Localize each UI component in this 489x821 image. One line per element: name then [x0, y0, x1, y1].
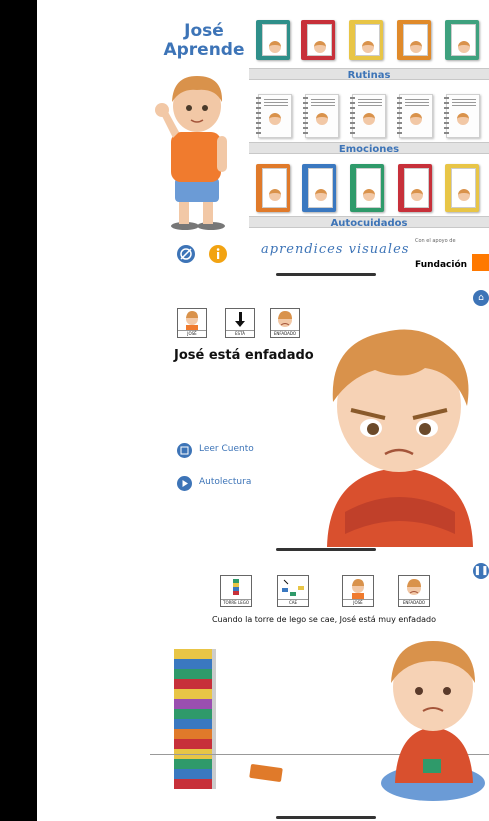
- home-indicator: [276, 816, 376, 819]
- book-cover[interactable]: [301, 20, 335, 60]
- play-icon: [177, 476, 192, 491]
- pause-icon[interactable]: ❚❚: [473, 563, 489, 579]
- lego-tower-illustration: [174, 649, 216, 789]
- home-screen: José Aprende Rutinas Emociones Autocuida…: [37, 8, 489, 276]
- book-cover[interactable]: [398, 164, 432, 212]
- story-sentence: José está enfadado: [174, 348, 314, 363]
- pictogram-cae[interactable]: CAE: [277, 575, 309, 607]
- book-cover[interactable]: [350, 94, 386, 138]
- book-cover[interactable]: [445, 20, 479, 60]
- book-cover[interactable]: [444, 94, 480, 138]
- pictogram-jose[interactable]: JOSÉ: [342, 575, 374, 607]
- book-cover[interactable]: [256, 94, 292, 138]
- black-left-bar: [0, 0, 37, 821]
- home-icon[interactable]: ⌂: [473, 290, 489, 306]
- book-icon: [177, 443, 192, 458]
- shelf-label-emociones[interactable]: Emociones: [249, 144, 489, 155]
- book-cover[interactable]: [397, 94, 433, 138]
- book-cover[interactable]: [349, 20, 383, 60]
- home-indicator: [276, 273, 376, 276]
- pictogram-torre-lego[interactable]: TORRE LEGO: [220, 575, 252, 607]
- jose-waving-illustration: [155, 76, 227, 230]
- fundacion-logo-text: Fundación: [415, 260, 468, 270]
- shelf-label-rutinas[interactable]: Rutinas: [249, 70, 489, 81]
- pictogram-esta[interactable]: ESTÁ: [225, 308, 255, 338]
- book-cover[interactable]: [302, 164, 336, 212]
- book-cover[interactable]: [256, 20, 290, 60]
- book-cover[interactable]: [303, 94, 339, 138]
- aprendices-visuales-logo: aprendices visuales: [261, 242, 410, 257]
- lego-page-screen: ❚❚ TORRE LEGO CAE JOSÉ ENFADADO Cuando l…: [37, 553, 489, 813]
- fundacion-support-text: Con el apoyo de: [415, 238, 456, 244]
- home-indicator: [276, 548, 376, 551]
- pictogram-enfadado[interactable]: ENFADADO: [270, 308, 300, 338]
- book-cover[interactable]: [397, 20, 431, 60]
- info-icon[interactable]: [209, 245, 227, 263]
- pictogram-jose[interactable]: JOSÉ: [177, 308, 207, 338]
- book-cover[interactable]: [445, 164, 479, 212]
- book-cover[interactable]: [256, 164, 290, 212]
- pictogram-enfadado[interactable]: ENFADADO: [398, 575, 430, 607]
- app-title: José Aprende: [163, 21, 245, 60]
- fallen-lego-brick: [249, 763, 283, 783]
- jose-angry-illustration: [327, 329, 473, 547]
- book-cover[interactable]: [350, 164, 384, 212]
- story-caption: Cuando la torre de lego se cae, José est…: [211, 615, 437, 624]
- shelf-label-autocuidados[interactable]: Autocuidados: [249, 218, 489, 229]
- jose-sitting-illustration: [381, 641, 485, 801]
- story-page-screen: ⌂ JOSÉ ESTÁ ENFADADO José está enfadado …: [37, 282, 489, 547]
- orange-logo: [472, 254, 489, 271]
- accessibility-icon[interactable]: [177, 245, 195, 263]
